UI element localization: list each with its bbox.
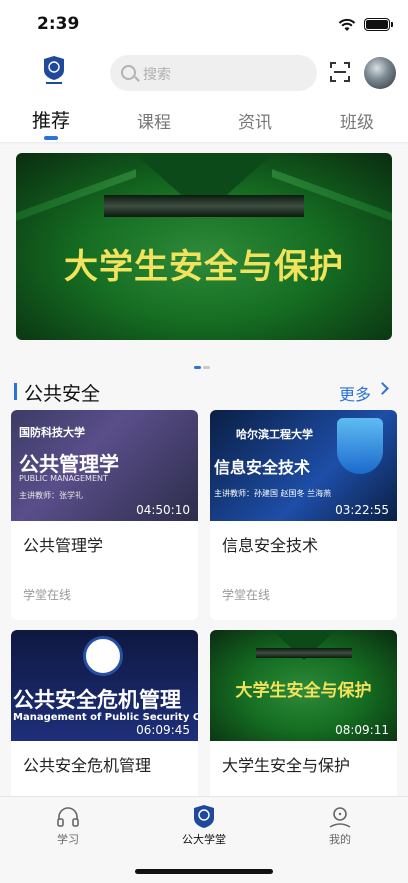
tabbar-item-study[interactable]: 学习 (18, 797, 118, 857)
duration-label: 06:09:45 (136, 723, 190, 737)
thumb-title: 公共管理学 (19, 452, 119, 476)
course-source: 学堂在线 (222, 588, 271, 602)
course-title: 信息安全技术 (222, 536, 319, 555)
scan-icon[interactable] (330, 62, 350, 82)
carousel-dots (194, 354, 212, 373)
duration-label: 03:22:55 (335, 503, 389, 517)
school-logo-icon (194, 805, 214, 828)
course-thumbnail: 公共安全危机管理 Management of Public Security C… (11, 630, 198, 741)
tabbar-label: 公大学堂 (182, 833, 226, 846)
thumb-title: 信息安全技术 (214, 458, 311, 477)
thumb-school: 哈尔滨工程大学 (236, 428, 313, 441)
emblem-icon (83, 636, 123, 676)
thumb-title: 大学生安全与保护 (235, 681, 372, 701)
thumb-subtitle: Management of Public Security Crisis (13, 712, 198, 723)
header: 搜索 (0, 50, 408, 100)
tabbar-item-me[interactable]: 我的 (290, 797, 390, 857)
more-link[interactable]: 更多 (339, 381, 371, 405)
thumb-teacher: 主讲教师：孙建国 赵国冬 兰海燕 (214, 489, 332, 498)
duration-label: 04:50:10 (136, 503, 190, 517)
course-title: 大学生安全与保护 (222, 756, 351, 775)
shield-icon (337, 418, 383, 474)
tabbar-label: 我的 (329, 833, 351, 846)
course-thumbnail: 国防科技大学 公共管理学 PUBLIC MANAGEMENT 主讲教师：张学礼 … (11, 410, 198, 521)
tab-news[interactable]: 资讯 (238, 108, 272, 133)
bottom-tab-bar: 学习 公大学堂 我的 (0, 796, 408, 883)
search-input[interactable]: 搜索 (110, 55, 317, 91)
tabbar-item-home[interactable]: 公大学堂 (154, 797, 254, 857)
headphones-icon (57, 807, 79, 827)
course-title: 公共管理学 (23, 536, 104, 555)
school-logo-icon (44, 56, 64, 84)
thumb-title: 公共安全危机管理 (13, 688, 181, 712)
thumb-teacher: 主讲教师：张学礼 (19, 491, 83, 500)
status-bar: 2:39 (0, 0, 408, 50)
search-icon (121, 65, 136, 80)
thumb-subtitle: PUBLIC MANAGEMENT (19, 474, 108, 483)
tab-recommend[interactable]: 推荐 (32, 106, 70, 133)
banner-decoration (104, 195, 304, 217)
person-icon (329, 807, 351, 828)
chevron-right-icon[interactable] (376, 382, 389, 395)
duration-label: 08:09:11 (335, 723, 389, 737)
status-time: 2:39 (37, 14, 80, 34)
course-card[interactable]: 国防科技大学 公共管理学 PUBLIC MANAGEMENT 主讲教师：张学礼 … (11, 410, 198, 620)
section-title: 公共安全 (24, 383, 101, 405)
tabbar-label: 学习 (57, 833, 79, 846)
content-area: 大学生安全与保护 公共安全 更多 国防科技大学 公共管理学 PUBLIC MAN… (0, 146, 408, 840)
thumb-decoration (256, 648, 352, 658)
tab-classes[interactable]: 班级 (340, 108, 374, 133)
battery-icon (364, 18, 393, 31)
wifi-icon (338, 18, 356, 31)
section-accent-bar (14, 383, 17, 400)
carousel-dot (203, 366, 210, 369)
course-thumbnail: 大学生安全与保护 08:09:11 (210, 630, 397, 741)
tab-courses[interactable]: 课程 (137, 108, 171, 133)
tab-indicator (44, 136, 58, 140)
section-header: 公共安全 更多 (0, 378, 408, 405)
banner[interactable]: 大学生安全与保护 (16, 153, 392, 340)
course-source: 学堂在线 (23, 588, 72, 602)
search-placeholder: 搜索 (143, 67, 171, 83)
course-card[interactable]: 哈尔滨工程大学 信息安全技术 主讲教师：孙建国 赵国冬 兰海燕 03:22:55… (210, 410, 397, 620)
avatar[interactable] (364, 57, 396, 89)
carousel-dot-active (194, 366, 201, 369)
course-thumbnail: 哈尔滨工程大学 信息安全技术 主讲教师：孙建国 赵国冬 兰海燕 03:22:55 (210, 410, 397, 521)
thumb-school: 国防科技大学 (19, 426, 85, 439)
course-title: 公共安全危机管理 (23, 756, 152, 775)
banner-title: 大学生安全与保护 (64, 247, 344, 287)
top-tabs: 推荐 课程 资讯 班级 (0, 100, 408, 144)
home-indicator (135, 869, 273, 874)
